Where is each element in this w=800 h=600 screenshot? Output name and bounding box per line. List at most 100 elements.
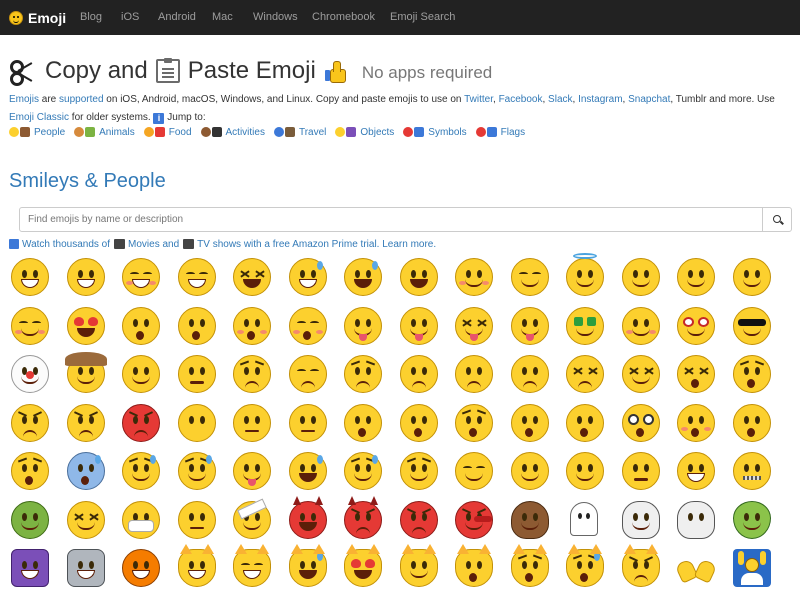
steam-nose[interactable]	[9, 402, 51, 444]
frowning-open-mouth[interactable]	[398, 402, 440, 444]
disappointed-face[interactable]	[231, 353, 273, 395]
jump-link-animals[interactable]: Animals	[99, 127, 135, 138]
alien-monster[interactable]	[9, 547, 51, 589]
alien[interactable]	[731, 499, 773, 541]
smiling-face[interactable]	[453, 256, 495, 298]
crying-cat[interactable]	[564, 544, 606, 589]
jump-link-symbols[interactable]: Symbols	[428, 127, 466, 138]
promo-link-3[interactable]: TV shows with a free Amazon Prime trial.…	[197, 239, 436, 250]
relieved-face[interactable]	[9, 305, 51, 347]
cat-tears-of-joy[interactable]	[287, 544, 329, 589]
lying-face[interactable]	[620, 450, 662, 492]
smiling-horns[interactable]	[287, 495, 329, 541]
winking-tongue[interactable]	[509, 305, 551, 347]
jump-link-food[interactable]: Food	[169, 127, 192, 138]
frowning-face[interactable]	[509, 353, 551, 395]
flushed-face[interactable]	[675, 402, 717, 444]
grinning-face-big-eyes[interactable]	[65, 256, 107, 298]
palms-up[interactable]	[675, 547, 717, 589]
angry-horns[interactable]	[342, 495, 384, 541]
clown-face[interactable]	[9, 353, 51, 395]
astonished-face[interactable]	[564, 402, 606, 444]
winking-face[interactable]	[731, 256, 773, 298]
kissing-cat[interactable]	[453, 544, 495, 589]
grinning-face[interactable]	[9, 256, 51, 298]
nav-emoji-search[interactable]: Emoji Search	[390, 0, 455, 35]
rolling-laughing[interactable]	[398, 256, 440, 298]
grinning-face-smiling-eyes[interactable]	[120, 256, 162, 298]
skull-crossbones[interactable]	[675, 499, 717, 541]
sleepy-face[interactable]	[398, 450, 440, 492]
grimacing-face[interactable]	[675, 450, 717, 492]
sleeping-face[interactable]	[453, 450, 495, 492]
loudly-crying[interactable]	[287, 450, 329, 492]
tongue-out[interactable]	[398, 305, 440, 347]
sunglasses-face[interactable]	[731, 305, 773, 347]
halo-face[interactable]	[564, 253, 606, 298]
hushed-face[interactable]	[342, 402, 384, 444]
kissing-closed-eyes[interactable]	[287, 305, 329, 347]
downcast-sweat[interactable]	[342, 450, 384, 492]
screaming-face[interactable]	[731, 402, 773, 444]
pensive-face[interactable]	[287, 353, 329, 395]
slightly-smiling[interactable]	[620, 256, 662, 298]
nav-blog[interactable]: Blog	[80, 0, 102, 35]
angry-face[interactable]	[65, 402, 107, 444]
no-mouth[interactable]	[176, 402, 218, 444]
heart-eyes[interactable]	[65, 305, 107, 347]
open-mouth[interactable]	[509, 402, 551, 444]
thermometer-face[interactable]	[176, 499, 218, 541]
medical-mask[interactable]	[120, 499, 162, 541]
confused-face[interactable]	[398, 353, 440, 395]
grinning-sweat[interactable]	[287, 256, 329, 298]
raising-hands[interactable]	[731, 547, 773, 589]
brand-logo[interactable]: Emoji	[9, 0, 66, 35]
link-twitter[interactable]: Twitter	[464, 94, 493, 105]
unamused-face[interactable]	[176, 353, 218, 395]
nav-windows[interactable]: Windows	[253, 0, 298, 35]
dizzy-face[interactable]	[620, 402, 662, 444]
fearful-face[interactable]	[9, 450, 51, 492]
pile-of-poo[interactable]	[509, 499, 551, 541]
cold-sweat[interactable]	[65, 450, 107, 492]
weary-face[interactable]	[731, 353, 773, 395]
link-snapchat[interactable]: Snapchat	[628, 94, 670, 105]
nav-ios[interactable]: iOS	[121, 0, 139, 35]
nauseated-face[interactable]	[9, 499, 51, 541]
expressionless[interactable]	[287, 402, 329, 444]
jump-link-travel[interactable]: Travel	[299, 127, 326, 138]
search-icon[interactable]	[762, 207, 792, 232]
jump-link-objects[interactable]: Objects	[360, 127, 394, 138]
nav-chromebook[interactable]: Chromebook	[312, 0, 375, 35]
robot-face[interactable]	[65, 547, 107, 589]
nav-mac[interactable]: Mac	[212, 0, 233, 35]
promo-link-2[interactable]: Movies and	[128, 239, 179, 250]
jack-o-lantern[interactable]	[120, 547, 162, 589]
pouting-cat[interactable]	[620, 544, 662, 589]
smirking-face[interactable]	[120, 353, 162, 395]
cowboy-face[interactable]	[64, 352, 107, 395]
nerd-face[interactable]	[675, 305, 717, 347]
beaming-face[interactable]	[176, 256, 218, 298]
confounded-face[interactable]	[620, 353, 662, 395]
jump-link-activities[interactable]: Activities	[226, 127, 265, 138]
heart-eyes-cat[interactable]	[342, 544, 384, 589]
skull[interactable]	[620, 499, 662, 541]
upside-down-face[interactable]	[675, 256, 717, 298]
smiling-closed-eyes[interactable]	[509, 256, 551, 298]
grinning-cat-smiling-eyes[interactable]	[231, 544, 273, 589]
slightly-frowning[interactable]	[453, 353, 495, 395]
rolling-eyes[interactable]	[509, 450, 551, 492]
anguished-face[interactable]	[453, 402, 495, 444]
money-mouth[interactable]	[564, 305, 606, 347]
link-emoji-classic[interactable]: Emoji Classic	[9, 112, 69, 123]
sneezing-face[interactable]	[65, 499, 107, 541]
search-input[interactable]	[19, 207, 763, 232]
drooling-face[interactable]	[231, 450, 273, 492]
wry-cat[interactable]	[398, 544, 440, 589]
promo-link-1[interactable]: Watch thousands of	[22, 239, 110, 250]
link-facebook[interactable]: Facebook	[499, 94, 543, 105]
ogre[interactable]	[398, 499, 440, 541]
pouting-face[interactable]	[120, 402, 162, 444]
bandage-face[interactable]	[231, 498, 273, 541]
